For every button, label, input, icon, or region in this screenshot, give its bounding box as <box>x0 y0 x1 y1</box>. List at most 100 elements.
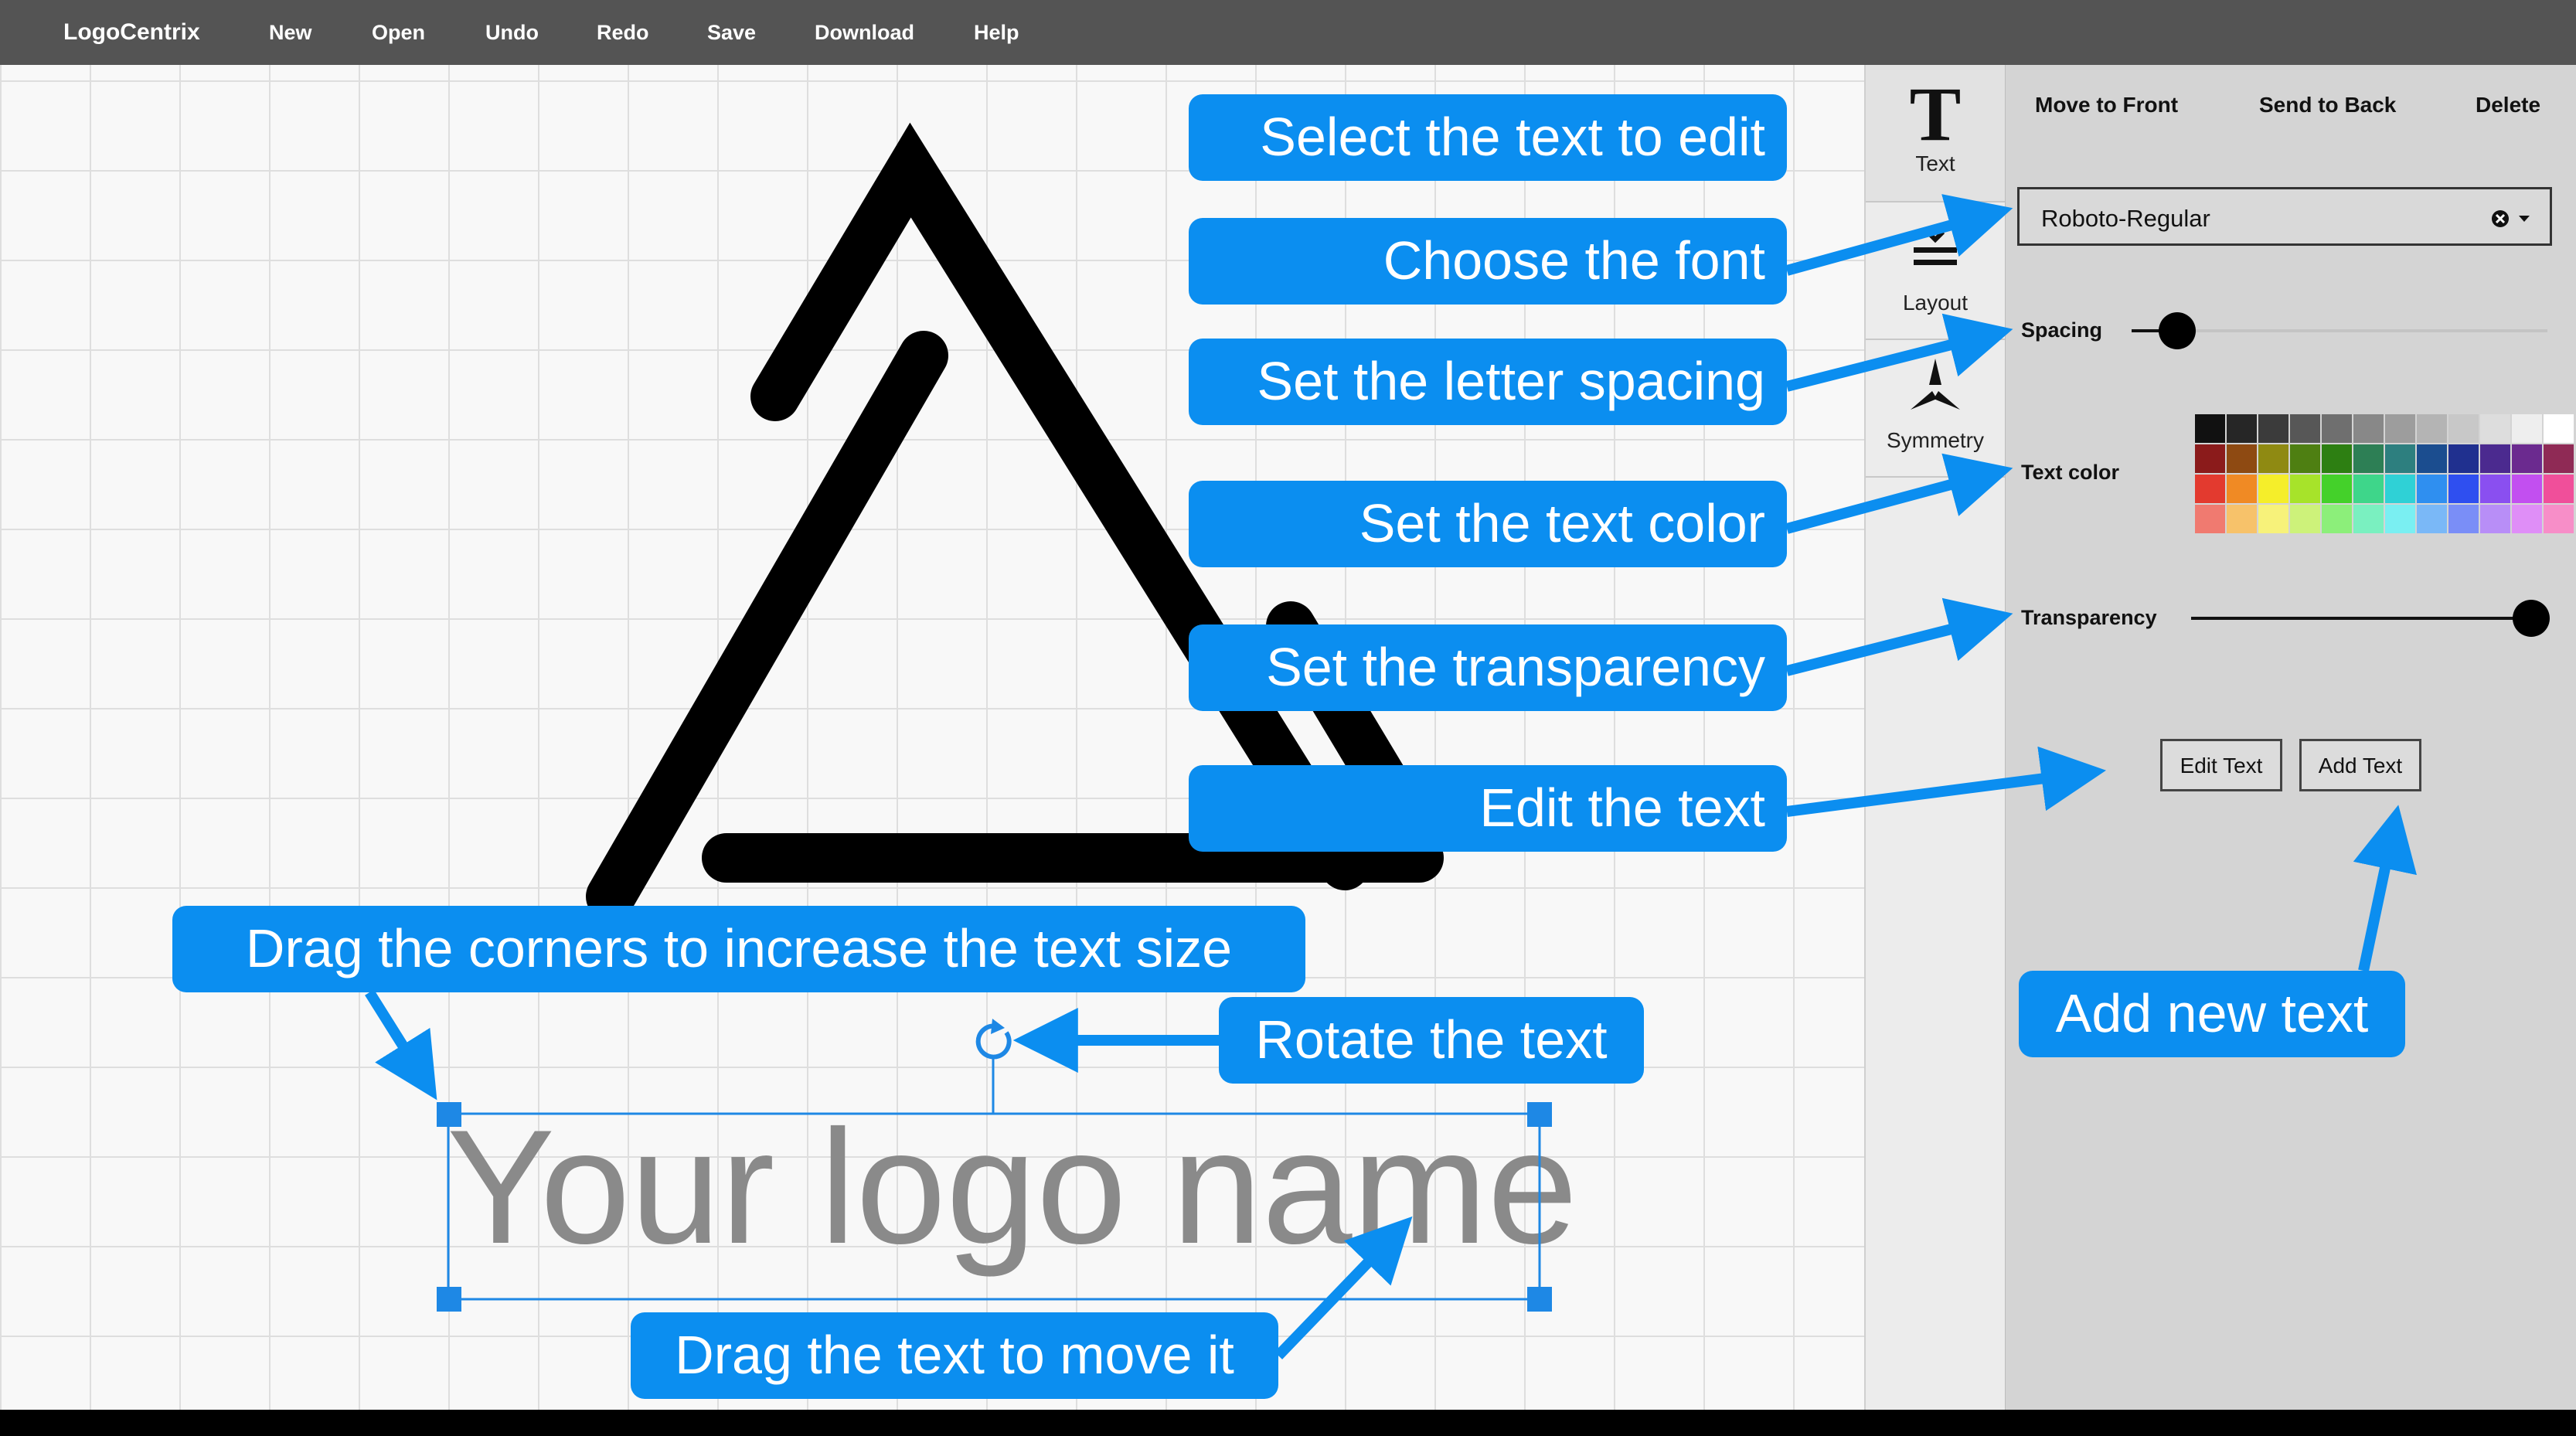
transparency-slider-fill <box>2191 617 2531 620</box>
color-swatch[interactable] <box>2353 475 2384 503</box>
color-swatch[interactable] <box>2512 444 2542 473</box>
color-swatch[interactable] <box>2353 505 2384 533</box>
color-swatch[interactable] <box>2322 475 2352 503</box>
add-text-button[interactable]: Add Text <box>2299 739 2421 791</box>
transparency-label: Transparency <box>2021 606 2157 629</box>
color-swatch[interactable] <box>2480 505 2510 533</box>
callout-transparency: Set the transparency <box>1189 624 1787 711</box>
properties-panel: Move to Front Send to Back Delete Roboto… <box>2006 65 2576 1410</box>
color-swatch[interactable] <box>2227 475 2257 503</box>
color-swatch[interactable] <box>2417 444 2447 473</box>
tool-layout[interactable]: Layout <box>1866 202 2005 340</box>
color-swatch[interactable] <box>2417 475 2447 503</box>
font-select[interactable]: Roboto-Regular <box>2017 187 2552 246</box>
color-swatch[interactable] <box>2385 475 2415 503</box>
color-swatch[interactable] <box>2385 414 2415 443</box>
color-swatch[interactable] <box>2544 444 2574 473</box>
color-swatch[interactable] <box>2512 505 2542 533</box>
callout-choose-font: Choose the font <box>1189 218 1787 305</box>
callout-rotate: Rotate the text <box>1219 997 1644 1084</box>
move-to-front-button[interactable]: Move to Front <box>2035 93 2178 117</box>
app-brand: LogoCentrix <box>63 19 200 45</box>
color-swatch[interactable] <box>2290 444 2320 473</box>
color-swatch[interactable] <box>2544 475 2574 503</box>
layout-icon <box>1914 230 1957 265</box>
tool-symmetry[interactable]: Symmetry <box>1866 340 2005 478</box>
color-swatch[interactable] <box>2195 475 2225 503</box>
color-swatch[interactable] <box>2290 505 2320 533</box>
color-swatch[interactable] <box>2512 475 2542 503</box>
color-swatch[interactable] <box>2417 505 2447 533</box>
color-swatch[interactable] <box>2227 414 2257 443</box>
resize-handle-bottom-left[interactable] <box>437 1287 461 1312</box>
resize-handle-top-left[interactable] <box>437 1102 461 1127</box>
color-swatch[interactable] <box>2480 444 2510 473</box>
symmetry-icon <box>1911 359 1960 410</box>
logo-name-text[interactable]: Your logo name <box>447 1096 1577 1278</box>
callout-select-text: Select the text to edit <box>1189 94 1787 181</box>
color-swatch[interactable] <box>2290 414 2320 443</box>
color-swatch[interactable] <box>2322 414 2352 443</box>
menu-redo[interactable]: Redo <box>597 0 649 65</box>
color-swatch[interactable] <box>2195 414 2225 443</box>
edit-text-button[interactable]: Edit Text <box>2160 739 2282 791</box>
color-swatch[interactable] <box>2290 475 2320 503</box>
color-swatch[interactable] <box>2195 444 2225 473</box>
color-swatch[interactable] <box>2480 475 2510 503</box>
color-swatch[interactable] <box>2448 444 2479 473</box>
callout-drag-move: Drag the text to move it <box>631 1312 1278 1399</box>
color-swatch[interactable] <box>2258 414 2288 443</box>
callout-edit-text: Edit the text <box>1189 765 1787 852</box>
menu-help[interactable]: Help <box>974 0 1019 65</box>
color-swatch[interactable] <box>2448 414 2479 443</box>
font-select-value: Roboto-Regular <box>2041 205 2210 232</box>
text-color-label: Text color <box>2021 461 2120 484</box>
color-swatch[interactable] <box>2227 444 2257 473</box>
clear-and-chevron-icon[interactable] <box>2491 203 2537 234</box>
color-swatch[interactable] <box>2258 505 2288 533</box>
callout-drag-corners: Drag the corners to increase the text si… <box>172 906 1305 992</box>
tool-layout-label: Layout <box>1902 291 1969 315</box>
bottom-strip <box>0 1410 2576 1436</box>
color-swatch[interactable] <box>2448 505 2479 533</box>
callout-letter-spacing: Set the letter spacing <box>1189 339 1787 425</box>
spacing-label: Spacing <box>2021 318 2103 342</box>
delete-button[interactable]: Delete <box>2476 93 2540 117</box>
color-swatch[interactable] <box>2544 505 2574 533</box>
color-swatch[interactable] <box>2353 444 2384 473</box>
color-swatch[interactable] <box>2227 505 2257 533</box>
menu-download[interactable]: Download <box>815 0 914 65</box>
resize-handle-top-right[interactable] <box>1527 1102 1552 1127</box>
color-swatch[interactable] <box>2258 475 2288 503</box>
color-swatch[interactable] <box>2448 475 2479 503</box>
color-swatch[interactable] <box>2544 414 2574 443</box>
color-swatch[interactable] <box>2512 414 2542 443</box>
transparency-slider-knob[interactable] <box>2513 600 2550 637</box>
tool-column: T Text Layout Symmetry <box>1864 65 2007 1410</box>
tool-text-label: Text <box>1915 151 1955 175</box>
resize-handle-bottom-right[interactable] <box>1527 1287 1552 1312</box>
color-swatch[interactable] <box>2385 444 2415 473</box>
color-swatch[interactable] <box>2322 444 2352 473</box>
menu-save[interactable]: Save <box>707 0 756 65</box>
menu-open[interactable]: Open <box>372 0 425 65</box>
color-swatch[interactable] <box>2480 414 2510 443</box>
callout-text-color: Set the text color <box>1189 481 1787 567</box>
color-swatch[interactable] <box>2195 505 2225 533</box>
tool-symmetry-label: Symmetry <box>1887 428 1984 452</box>
menu-new[interactable]: New <box>269 0 312 65</box>
color-palette <box>2195 414 2574 533</box>
callout-add-new-text: Add new text <box>2019 971 2405 1057</box>
color-swatch[interactable] <box>2322 505 2352 533</box>
tool-text[interactable]: T Text <box>1866 65 2005 202</box>
color-swatch[interactable] <box>2258 444 2288 473</box>
rotate-handle-icon[interactable] <box>975 1019 1012 1060</box>
menu-undo[interactable]: Undo <box>485 0 539 65</box>
spacing-slider-knob[interactable] <box>2159 312 2197 349</box>
color-swatch[interactable] <box>2417 414 2447 443</box>
menu-bar: LogoCentrix New Open Undo Redo Save Down… <box>0 0 2576 65</box>
text-tool-icon: T <box>1909 71 1962 157</box>
color-swatch[interactable] <box>2353 414 2384 443</box>
color-swatch[interactable] <box>2385 505 2415 533</box>
send-to-back-button[interactable]: Send to Back <box>2259 93 2396 117</box>
